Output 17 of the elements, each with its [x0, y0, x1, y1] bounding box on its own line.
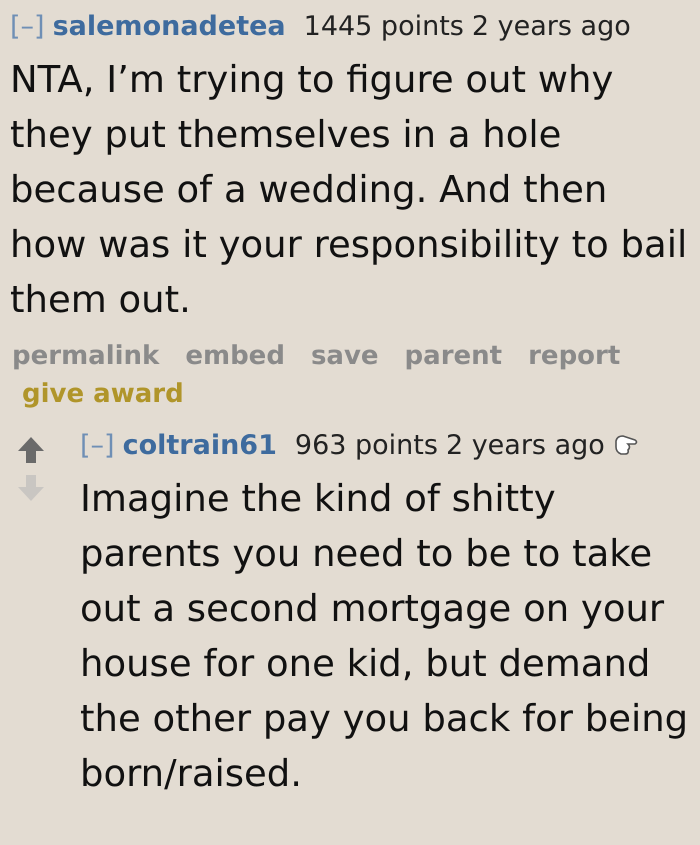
username-link[interactable]: coltrain61	[122, 430, 277, 460]
action-link[interactable]: permalink	[12, 341, 160, 371]
score-text: 963 points	[294, 430, 438, 460]
timestamp: 2 years ago	[472, 10, 631, 42]
score-text: 1445 points	[304, 10, 464, 42]
action-link[interactable]: parent	[404, 341, 502, 371]
action-link[interactable]: report	[528, 341, 620, 371]
give-award-link[interactable]: give award	[12, 379, 184, 409]
timestamp: 2 years ago	[446, 430, 605, 460]
action-link[interactable]: save	[310, 341, 379, 371]
action-link[interactable]: embed	[185, 341, 285, 371]
comment-text: Imagine the kind of shitty parents you need to be to take out a second mortgage on your house for one kid, but demand the other pay you back for being born/raised.	[80, 476, 690, 797]
username-link[interactable]: salemonadetea	[52, 10, 286, 42]
collapse-toggle[interactable]: [–]	[80, 430, 115, 460]
collapse-toggle[interactable]: [–]	[10, 10, 45, 42]
comment-text: NTA, I’m trying to figure out why they put themselves in a hole because of a wedding. And then how was it your responsibility to bail them out.	[10, 57, 688, 323]
upvote-icon[interactable]	[16, 435, 46, 465]
